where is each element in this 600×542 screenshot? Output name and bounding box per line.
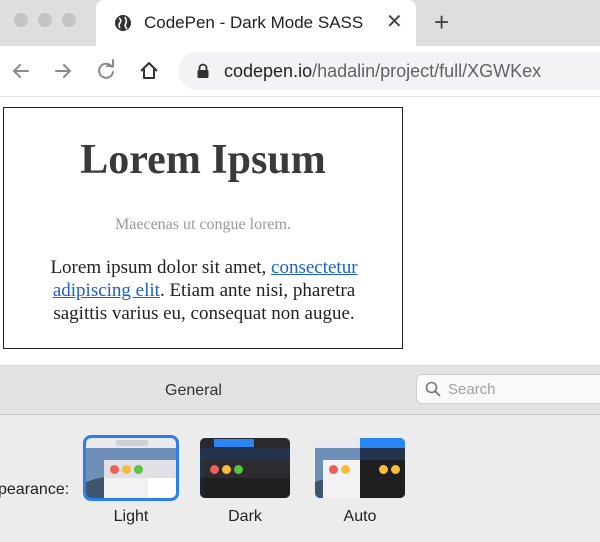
- yellow-dot: [222, 465, 231, 474]
- search-icon: [425, 381, 441, 397]
- page-subtitle: Maecenas ut congue lorem.: [115, 216, 291, 233]
- preferences-header: General Search: [0, 365, 600, 415]
- appearance-light-label: Light: [113, 508, 149, 525]
- system-preferences-window: General Search pearance: Light Dark Auto: [0, 365, 600, 542]
- url-text: codepen.io/hadalin/project/full/XGWKex: [224, 61, 541, 82]
- back-icon[interactable]: [8, 58, 34, 84]
- appearance-dark-label: Dark: [228, 508, 262, 525]
- red-dot: [210, 465, 219, 474]
- appearance-light-option[interactable]: [83, 435, 179, 501]
- page-viewport: Lorem Ipsum Maecenas ut congue lorem. Lo…: [0, 97, 600, 365]
- page-title: Lorem Ipsum: [80, 137, 326, 183]
- url-host: codepen.io: [224, 61, 313, 81]
- green-dot: [134, 465, 143, 474]
- red-dot: [329, 465, 338, 474]
- appearance-dark-option[interactable]: [200, 438, 290, 498]
- appearance-auto-label: Auto: [343, 508, 377, 525]
- zoom-window-button[interactable]: [62, 13, 76, 27]
- close-window-button[interactable]: [14, 13, 28, 27]
- browser-tab[interactable]: CodePen - Dark Mode SASS ✕: [96, 0, 416, 46]
- browser-toolbar: codepen.io/hadalin/project/full/XGWKex: [0, 46, 600, 97]
- yellow-dot: [122, 465, 131, 474]
- red-dot: [110, 465, 119, 474]
- new-tab-button[interactable]: +: [434, 9, 449, 35]
- lock-icon: [197, 63, 209, 78]
- page-paragraph: Lorem ipsum dolor sit amet, consectetur …: [26, 256, 382, 325]
- search-placeholder: Search: [448, 381, 496, 398]
- content-card: Lorem Ipsum Maecenas ut congue lorem. Lo…: [3, 107, 403, 349]
- address-bar[interactable]: codepen.io/hadalin/project/full/XGWKex: [178, 52, 600, 90]
- yellow-dot: [391, 465, 400, 474]
- close-tab-icon[interactable]: ✕: [386, 12, 403, 32]
- home-icon[interactable]: [136, 58, 162, 84]
- browser-tab-strip: CodePen - Dark Mode SASS ✕ +: [0, 0, 600, 46]
- light-preview-image: [86, 438, 176, 498]
- yellow-dot: [379, 465, 388, 474]
- search-field[interactable]: Search: [416, 374, 600, 404]
- appearance-auto-option[interactable]: [315, 438, 405, 498]
- yellow-dot: [341, 465, 350, 474]
- globe-icon: [115, 15, 131, 31]
- preferences-title: General: [165, 382, 222, 399]
- reload-icon[interactable]: [93, 58, 119, 84]
- minimize-window-button[interactable]: [38, 13, 52, 27]
- forward-icon[interactable]: [50, 58, 76, 84]
- tab-title: CodePen - Dark Mode SASS: [144, 13, 364, 32]
- paragraph-text-start: Lorem ipsum dolor sit amet,: [50, 257, 272, 278]
- url-path: /hadalin/project/full/XGWKex: [312, 61, 542, 81]
- green-dot: [234, 465, 243, 474]
- appearance-label: pearance:: [0, 481, 70, 498]
